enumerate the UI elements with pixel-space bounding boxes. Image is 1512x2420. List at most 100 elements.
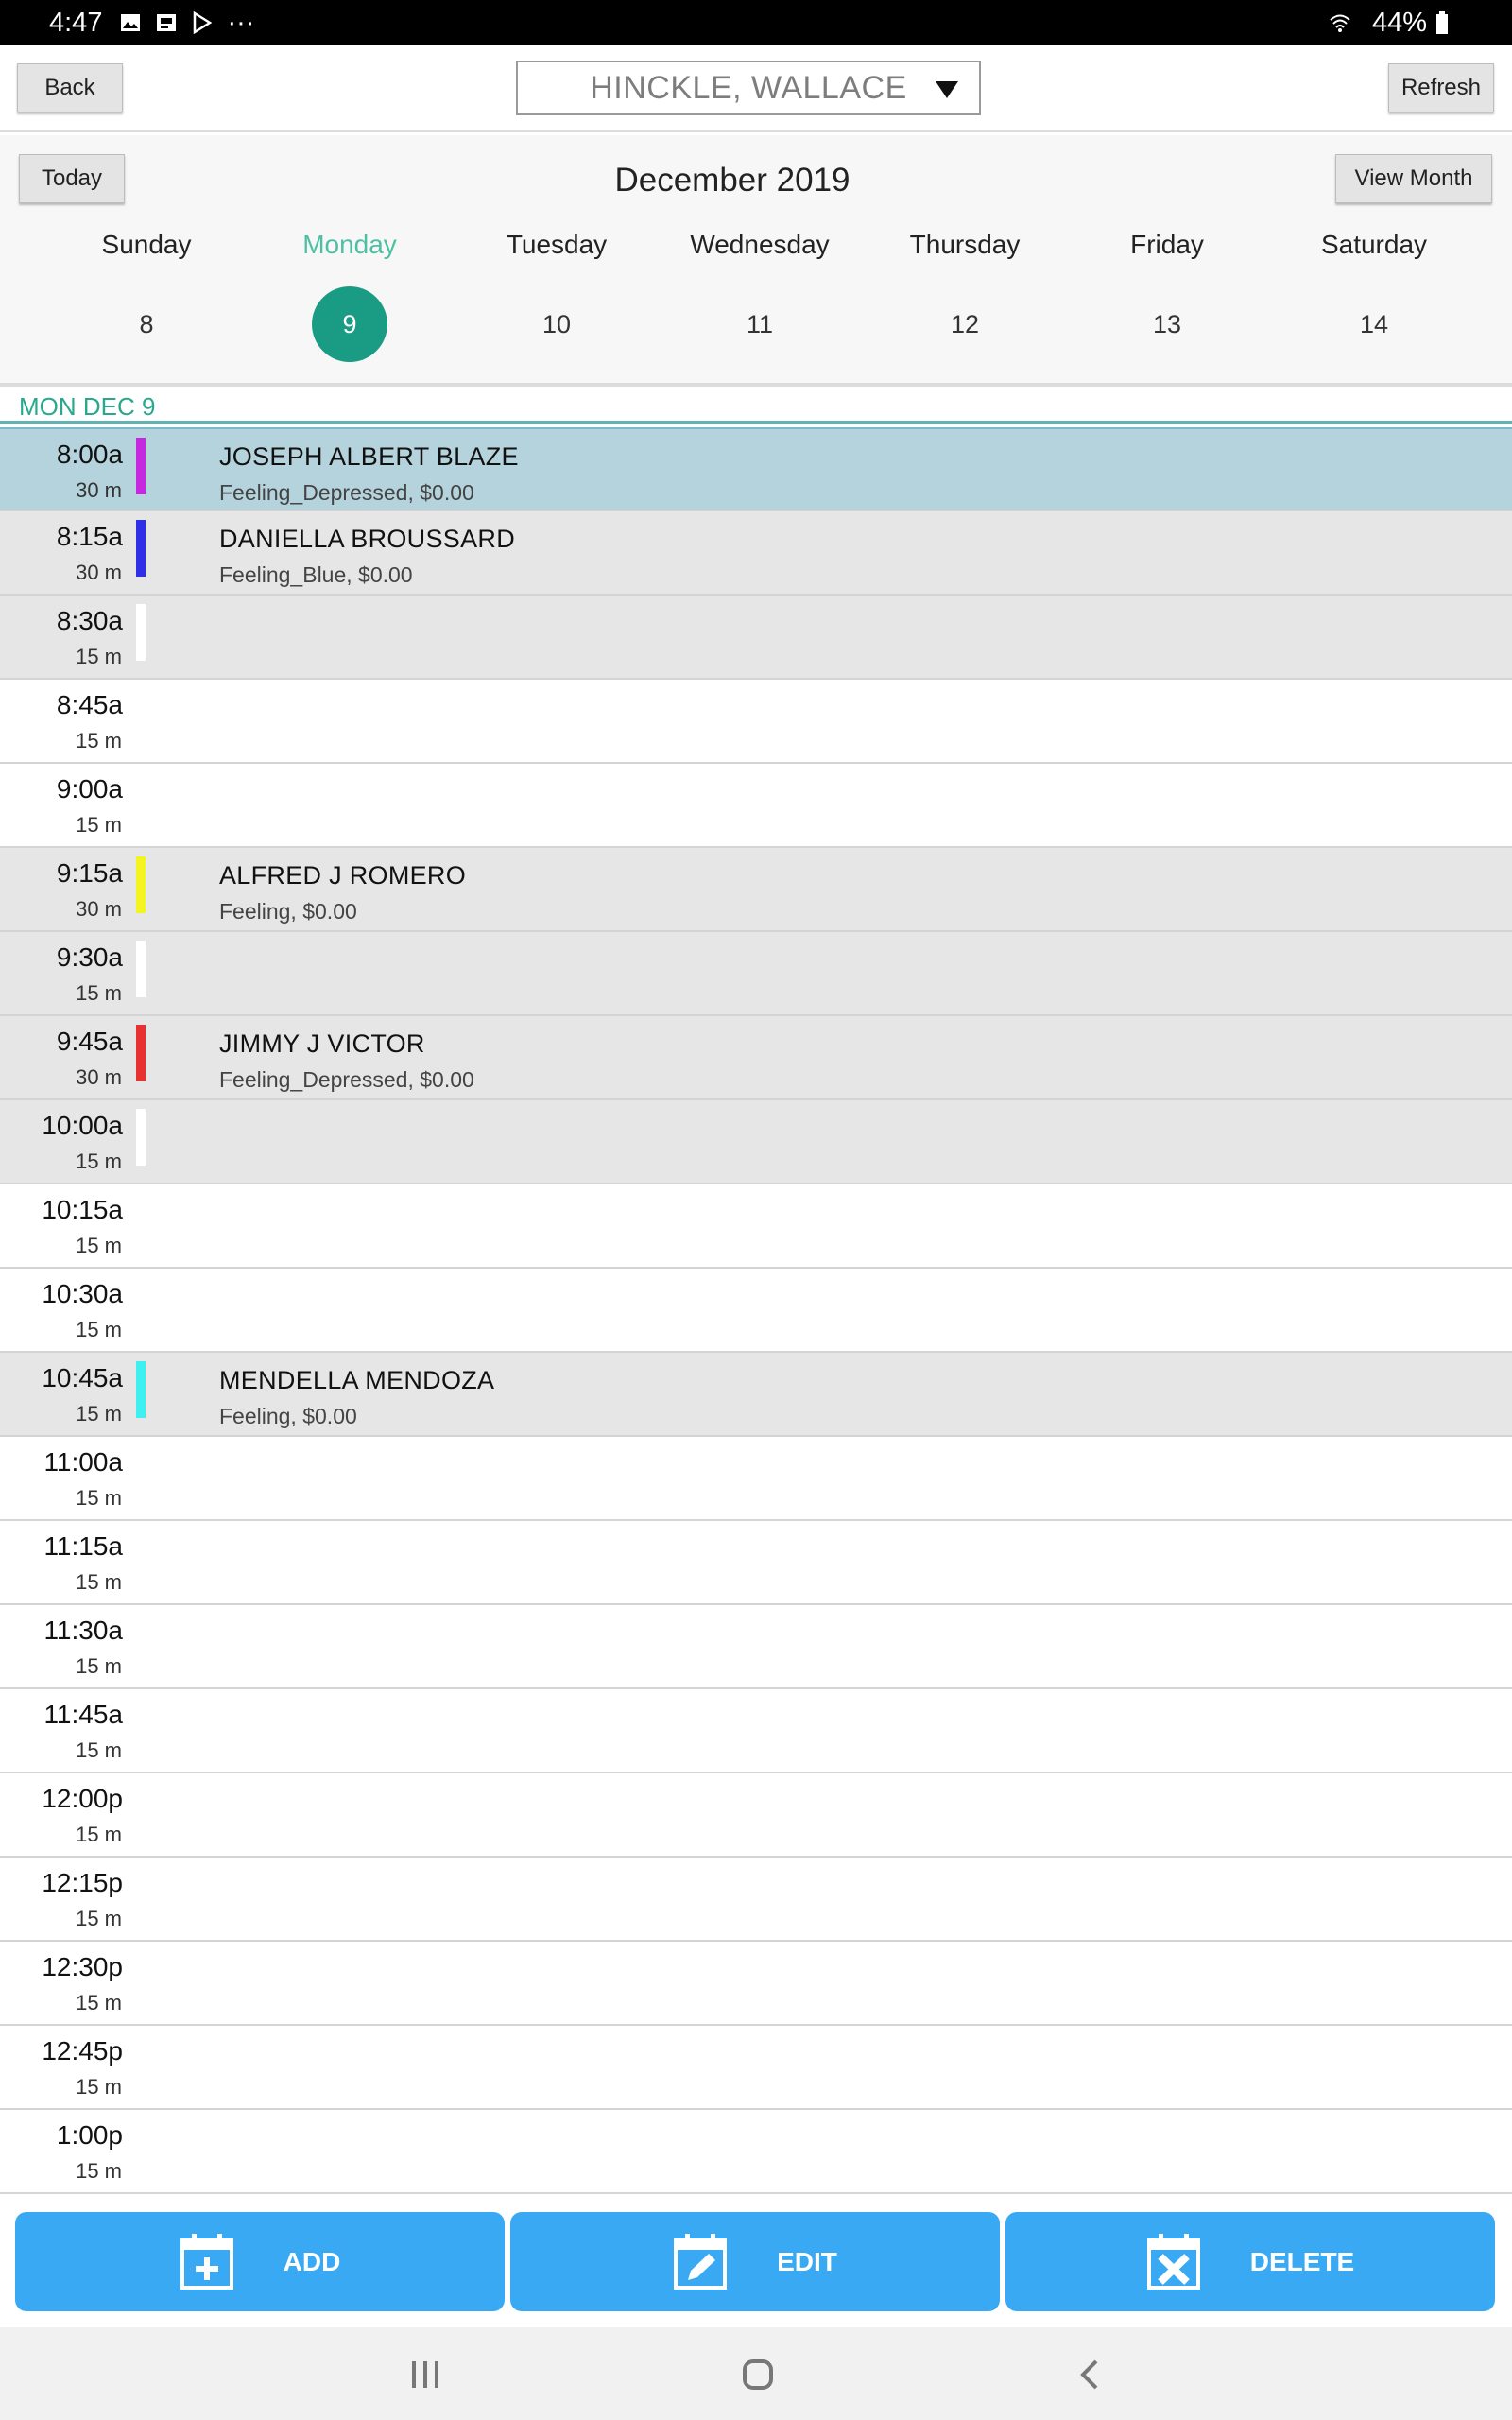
appointment-row[interactable]: 11:30a 15 m: [0, 1605, 1512, 1689]
provider-select-value: HINCKLE, WALLACE: [590, 69, 907, 106]
slot-duration: 15 m: [76, 1738, 122, 1762]
appointment-row[interactable]: 11:45a 15 m: [0, 1689, 1512, 1773]
day-number[interactable]: 12: [927, 286, 1003, 362]
patient-name: ALFRED J ROMERO: [219, 861, 467, 890]
back-nav-icon[interactable]: [1070, 2354, 1111, 2395]
patient-name: MENDELLA MENDOZA: [219, 1366, 495, 1394]
slot-duration: 15 m: [76, 1823, 122, 1846]
patient-name: JIMMY J VICTOR: [219, 1029, 425, 1058]
appointment-row[interactable]: 12:15p 15 m: [0, 1858, 1512, 1942]
battery-icon: [1436, 11, 1448, 34]
slot-time: 10:15a: [42, 1195, 123, 1224]
slot-time: 10:30a: [42, 1279, 123, 1308]
appointment-row[interactable]: 8:45a 15 m: [0, 680, 1512, 764]
battery-percent: 44%: [1371, 7, 1427, 38]
slot-time: 1:00p: [56, 2120, 123, 2150]
appointment-row[interactable]: 9:00a 15 m: [0, 764, 1512, 848]
appointment-color-bar: [136, 941, 146, 997]
gallery-icon: [121, 14, 141, 31]
appointment-row[interactable]: 1:00p 15 m: [0, 2110, 1512, 2194]
slot-duration: 15 m: [76, 729, 122, 752]
day-thursday[interactable]: Thursday 12: [894, 226, 1036, 362]
more-notifications: ···: [227, 7, 255, 38]
delete-label: DELETE: [1249, 2246, 1355, 2276]
appointment-details: Feeling, $0.00: [219, 1404, 357, 1428]
calendar-delete-icon: [1146, 2233, 1200, 2290]
status-bar: 4:47 ··· 44%: [0, 0, 1512, 45]
slot-duration: 15 m: [76, 1486, 122, 1510]
back-button[interactable]: Back: [17, 63, 123, 112]
appointment-row[interactable]: 11:00a 15 m: [0, 1437, 1512, 1521]
appointment-color-bar: [136, 604, 146, 661]
day-monday[interactable]: Monday 9: [279, 226, 421, 362]
day-number[interactable]: 13: [1129, 286, 1205, 362]
slot-time: 9:15a: [56, 858, 123, 888]
slot-duration: 15 m: [76, 1991, 122, 2014]
slot-duration: 15 m: [76, 813, 122, 837]
slot-time: 8:30a: [56, 606, 123, 635]
image-icon: [157, 14, 177, 31]
day-wednesday[interactable]: Wednesday 11: [689, 226, 831, 362]
appointment-row[interactable]: 12:30p 15 m: [0, 1942, 1512, 2026]
slot-time: 11:00a: [43, 1447, 123, 1477]
appointment-row[interactable]: 9:15a 30 m ALFRED J ROMERO Feeling, $0.00: [0, 848, 1512, 932]
appointment-details: Feeling_Blue, $0.00: [219, 562, 413, 587]
selected-date-label: MON DEC 9: [0, 390, 1512, 424]
delete-button[interactable]: DELETE: [1005, 2212, 1495, 2311]
edit-button[interactable]: EDIT: [510, 2212, 1000, 2311]
wifi-icon: [1330, 14, 1350, 32]
appointment-row[interactable]: 8:00a 30 m JOSEPH ALBERT BLAZE Feeling_Depr…: [0, 427, 1512, 511]
play-store-icon: [194, 11, 213, 34]
day-tuesday[interactable]: Tuesday 10: [486, 226, 627, 362]
slot-duration: 15 m: [76, 1318, 122, 1341]
appointment-row[interactable]: 10:30a 15 m: [0, 1269, 1512, 1353]
appointment-details: Feeling_Depressed, $0.00: [219, 1067, 474, 1092]
appointment-row[interactable]: 10:45a 15 m MENDELLA MENDOZA Feeling, $0.00: [0, 1353, 1512, 1437]
appointment-details: Feeling_Depressed, $0.00: [219, 480, 474, 505]
slot-duration: 15 m: [76, 1402, 122, 1426]
appointment-details: Feeling, $0.00: [219, 899, 357, 924]
appointment-row[interactable]: 12:00p 15 m: [0, 1773, 1512, 1858]
slot-duration: 30 m: [76, 478, 122, 502]
appointment-row[interactable]: 8:30a 15 m: [0, 596, 1512, 680]
day-number[interactable]: 10: [519, 286, 594, 362]
slot-time: 9:45a: [56, 1027, 123, 1056]
day-sunday[interactable]: Sunday 8: [76, 226, 217, 362]
refresh-button[interactable]: Refresh: [1388, 63, 1494, 112]
day-name: Saturday: [1320, 230, 1428, 259]
add-button[interactable]: ADD: [15, 2212, 505, 2311]
day-number[interactable]: 14: [1336, 286, 1412, 362]
day-number-selected[interactable]: 9: [312, 286, 387, 362]
slot-duration: 15 m: [76, 981, 122, 1005]
header-toolbar: Back HINCKLE, WALLACE Refresh: [0, 45, 1512, 132]
recents-icon[interactable]: [404, 2354, 446, 2395]
slot-time: 11:45a: [43, 1700, 123, 1729]
slot-time: 12:45p: [42, 2036, 123, 2066]
appointment-color-bar: [136, 856, 146, 913]
appointment-row[interactable]: 10:15a 15 m: [0, 1184, 1512, 1269]
day-friday[interactable]: Friday 13: [1096, 226, 1238, 362]
provider-select[interactable]: HINCKLE, WALLACE: [516, 60, 981, 115]
appointment-row[interactable]: 8:15a 30 m DANIELLA BROUSSARD Feeling_Blue,…: [0, 511, 1512, 596]
day-name: Wednesday: [690, 230, 830, 259]
slot-duration: 15 m: [76, 1654, 122, 1678]
appointment-row[interactable]: 10:00a 15 m: [0, 1100, 1512, 1184]
calendar-edit-icon: [674, 2233, 728, 2290]
home-icon[interactable]: [737, 2354, 779, 2395]
appointment-row[interactable]: 9:45a 30 m JIMMY J VICTOR Feeling_Depressed…: [0, 1016, 1512, 1100]
appointment-row[interactable]: 9:30a 15 m: [0, 932, 1512, 1016]
appointment-row[interactable]: 11:15a 15 m: [0, 1521, 1512, 1605]
appointment-color-bar: [136, 520, 146, 577]
day-number[interactable]: 8: [109, 286, 184, 362]
clock: 4:47: [49, 7, 103, 38]
view-month-button[interactable]: View Month: [1335, 154, 1492, 203]
slot-time: 12:00p: [42, 1784, 123, 1813]
patient-name: DANIELLA BROUSSARD: [219, 525, 515, 553]
slot-time: 8:45a: [56, 690, 123, 719]
day-saturday[interactable]: Saturday 14: [1303, 226, 1445, 362]
dropdown-arrow-icon[interactable]: [936, 81, 958, 98]
appointment-row[interactable]: 12:45p 15 m: [0, 2026, 1512, 2110]
day-number[interactable]: 11: [722, 286, 798, 362]
slot-duration: 15 m: [76, 645, 122, 668]
slot-time: 10:45a: [42, 1363, 123, 1392]
